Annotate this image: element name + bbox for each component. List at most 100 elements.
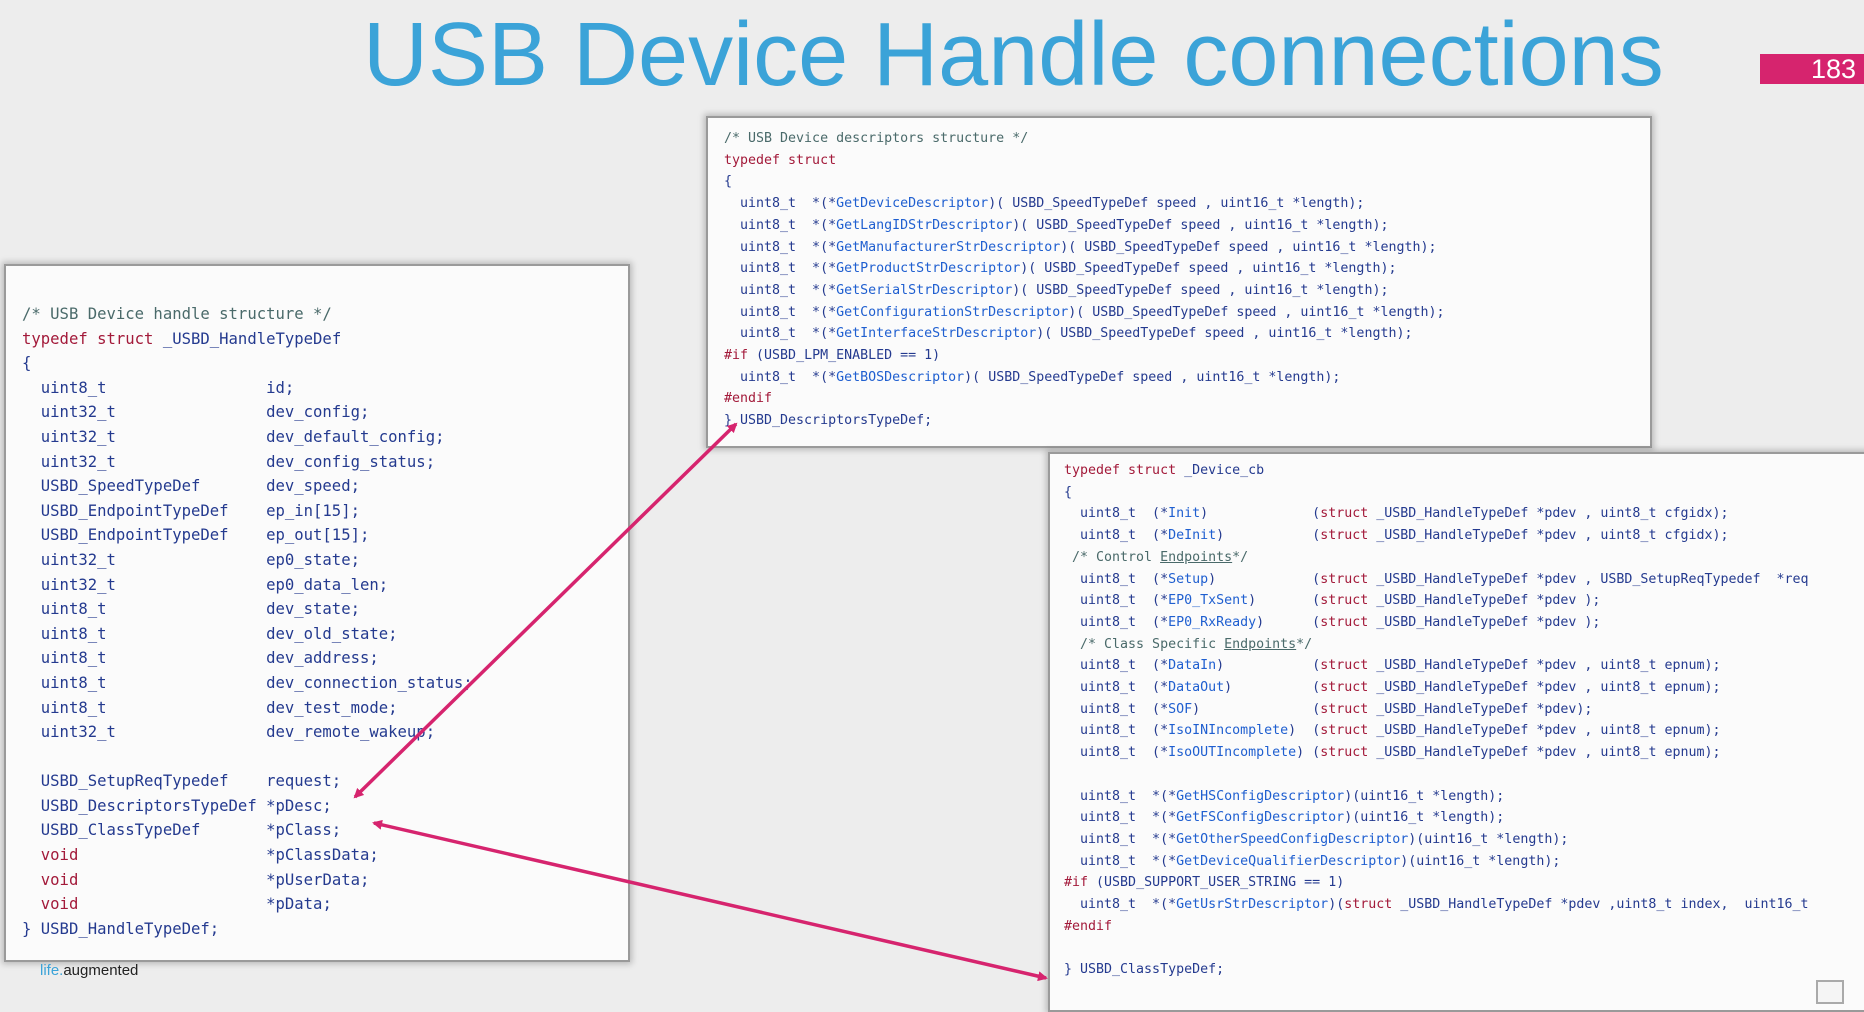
code-token: struct bbox=[1320, 614, 1369, 630]
code-token: )( USBD_SpeedTypeDef speed , uint16_t *l… bbox=[1012, 282, 1389, 298]
code-token: _USBD_HandleTypeDef *pdev ); bbox=[1368, 593, 1601, 609]
code-line: uint8_t (*DataOut) (struct _USBD_HandleT… bbox=[1064, 677, 1809, 699]
code-token: (USBD_SUPPORT_USER_STRING == 1) bbox=[1088, 875, 1345, 891]
code-token: )( USBD_SpeedTypeDef speed , uint16_t *l… bbox=[964, 369, 1341, 385]
code-line bbox=[1064, 937, 1809, 959]
code-line: uint8_t *(*GetDeviceDescriptor)( USBD_Sp… bbox=[724, 193, 1445, 215]
code-line: { bbox=[724, 171, 1445, 193]
code-token: Endpoints bbox=[1160, 549, 1233, 565]
code-line: } USBD_DescriptorsTypeDef; bbox=[724, 410, 1445, 432]
code-line: uint8_t *(*GetBOSDescriptor)( USBD_Speed… bbox=[724, 367, 1445, 389]
code-line: typedef struct _Device_cb bbox=[1064, 460, 1809, 482]
code-line: void *pClassData; bbox=[22, 843, 473, 868]
code-token: struct bbox=[1320, 528, 1369, 544]
code-line: uint8_t dev_state; bbox=[22, 597, 473, 622]
code-line: void *pData; bbox=[22, 892, 473, 917]
code-line: uint8_t (*Setup) (struct _USBD_HandleTyp… bbox=[1064, 569, 1809, 591]
code-token: GetBOSDescriptor bbox=[836, 369, 965, 385]
code-token: *pData; bbox=[78, 895, 332, 914]
code-token: struct bbox=[1320, 701, 1369, 717]
code-token: USBD_ClassTypeDef *pClass; bbox=[22, 821, 342, 840]
code-token: uint8_t *(* bbox=[1064, 788, 1177, 804]
code-token: IsoOUTIncomplete bbox=[1168, 745, 1297, 761]
code-token: { bbox=[22, 354, 32, 373]
code-token: _USBD_HandleTypeDef *pdev ); bbox=[1368, 614, 1601, 630]
code-token: #if bbox=[1064, 875, 1089, 891]
code-token: typedef struct bbox=[724, 152, 837, 168]
code-token: */ bbox=[1296, 636, 1313, 652]
code-token: USBD_EndpointTypeDef ep_out[15]; bbox=[22, 526, 370, 545]
handle-struct-panel: /* USB Device handle structure */ typedef… bbox=[4, 264, 630, 962]
code-line: uint32_t ep0_data_len; bbox=[22, 573, 473, 598]
code-token: uint8_t *(* bbox=[1064, 810, 1177, 826]
code-token: uint8_t (* bbox=[1064, 680, 1169, 696]
code-line: uint8_t (*IsoINIncomplete) (struct _USBD… bbox=[1064, 720, 1809, 742]
code-line: USBD_EndpointTypeDef ep_in[15]; bbox=[22, 499, 473, 524]
code-line: uint32_t dev_remote_wakeup; bbox=[22, 720, 473, 745]
code-token: uint8_t dev_test_mode; bbox=[22, 698, 398, 717]
code-line: /* Class Specific Endpoints*/ bbox=[1064, 634, 1809, 656]
code-token: _USBD_HandleTypeDef *pdev , uint8_t epnu… bbox=[1368, 723, 1721, 739]
code-token: )( bbox=[1328, 897, 1345, 913]
code-token: struct bbox=[1320, 658, 1369, 674]
code-token: } USBD_HandleTypeDef; bbox=[22, 919, 220, 938]
code-line: uint8_t *(*GetConfigurationStrDescriptor… bbox=[724, 302, 1445, 324]
code-token: Init bbox=[1168, 506, 1201, 522]
code-line: uint8_t (*DeInit) (struct _USBD_HandleTy… bbox=[1064, 525, 1809, 547]
code-token: GetDeviceDescriptor bbox=[836, 196, 989, 212]
code-token: ) ( bbox=[1224, 680, 1321, 696]
code-token: uint8_t (* bbox=[1064, 614, 1169, 630]
code-token: typedef struct bbox=[1064, 463, 1177, 478]
code-line: USBD_SpeedTypeDef dev_speed; bbox=[22, 474, 473, 499]
code-line: uint8_t dev_connection_status; bbox=[22, 671, 473, 696]
code-line: uint8_t (*EP0_TxSent) (struct _USBD_Hand… bbox=[1064, 590, 1809, 612]
code-line: uint8_t *(*GetInterfaceStrDescriptor)( U… bbox=[724, 323, 1445, 345]
descriptors-struct-code: /* USB Device descriptors structure */ ty… bbox=[724, 128, 1445, 432]
footer-brand: life.augmented bbox=[40, 962, 139, 979]
code-token: ) ( bbox=[1208, 571, 1321, 587]
code-token: uint8_t *(* bbox=[724, 326, 837, 342]
class-struct-panel: typedef struct _Device_cb { uint8_t (* Ini… bbox=[1048, 452, 1864, 1012]
code-token: struct bbox=[1320, 680, 1369, 696]
code-token: uint8_t (* bbox=[1064, 593, 1169, 609]
code-token: { bbox=[1064, 484, 1073, 500]
code-token: struct bbox=[1344, 897, 1393, 913]
code-line: typedef struct _USBD_HandleTypeDef bbox=[22, 327, 473, 352]
code-line: USBD_EndpointTypeDef ep_out[15]; bbox=[22, 523, 473, 548]
code-token: ) ( bbox=[1296, 745, 1321, 761]
code-token: ) ( bbox=[1248, 593, 1321, 609]
code-token: DataIn bbox=[1168, 658, 1217, 674]
slide-title: USB Device Handle connections bbox=[363, 5, 1664, 105]
code-token: struct bbox=[1320, 723, 1369, 739]
code-token: uint8_t *(* bbox=[724, 239, 837, 255]
code-token: uint8_t *(* bbox=[724, 304, 837, 320]
code-token: GetLangIDStrDescriptor bbox=[836, 217, 1013, 233]
code-token: )(uint16_t *length); bbox=[1344, 810, 1505, 826]
code-token: ) ( bbox=[1216, 658, 1321, 674]
code-token: )( USBD_SpeedTypeDef speed , uint16_t *l… bbox=[1020, 261, 1397, 277]
code-line: } USBD_ClassTypeDef; bbox=[1064, 959, 1809, 981]
code-token: uint8_t dev_state; bbox=[22, 600, 360, 619]
class-struct-code: typedef struct _Device_cb { uint8_t (* Ini… bbox=[1064, 460, 1809, 981]
code-token: EP0_TxSent bbox=[1168, 593, 1249, 609]
code-token: EP0_RxReady bbox=[1168, 614, 1257, 630]
code-line: uint8_t (*SOF) (struct _USBD_HandleTypeD… bbox=[1064, 699, 1809, 721]
code-token: /* USB Device handle structure */ bbox=[22, 305, 332, 323]
code-token: USBD_SetupReqTypedef request; bbox=[22, 772, 342, 791]
code-token: struct bbox=[1320, 506, 1369, 522]
code-line: uint8_t dev_old_state; bbox=[22, 622, 473, 647]
code-line: uint8_t *(*GetLangIDStrDescriptor)( USBD… bbox=[724, 215, 1445, 237]
code-token: )( USBD_SpeedTypeDef speed , uint16_t *l… bbox=[1012, 217, 1389, 233]
code-token: uint8_t (* bbox=[1064, 528, 1169, 544]
code-line: uint8_t *(*GetUsrStrDescriptor)(struct _… bbox=[1064, 894, 1809, 916]
code-token: uint8_t *(* bbox=[1064, 831, 1177, 847]
code-token: )( USBD_SpeedTypeDef speed , uint16_t *l… bbox=[1036, 326, 1413, 342]
code-line bbox=[22, 745, 473, 770]
code-token: )( USBD_SpeedTypeDef speed , uint16_t *l… bbox=[988, 196, 1365, 212]
code-token: GetFSConfigDescriptor bbox=[1176, 810, 1345, 826]
code-token: (USBD_LPM_ENABLED == 1) bbox=[748, 348, 941, 364]
code-token: } USBD_DescriptorsTypeDef; bbox=[724, 413, 933, 429]
code-token: uint32_t dev_remote_wakeup; bbox=[22, 723, 436, 742]
code-token: _USBD_HandleTypeDef *pdev , USBD_SetupRe… bbox=[1368, 571, 1809, 587]
